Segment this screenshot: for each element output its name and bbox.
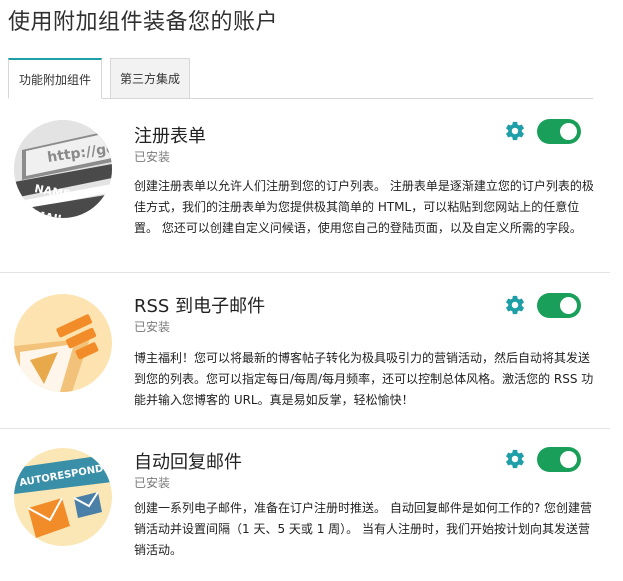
addon-name: 注册表单 [134,126,206,147]
addon-status: 已安装 [134,476,171,490]
addon-divider [0,272,610,273]
toggle-knob [560,123,577,140]
addon-description: 博主福利！您可以将最新的博客帖子转化为极具吸引力的营销活动，然后自动将其发送到您… [134,351,594,407]
addon-enabled-toggle[interactable] [537,119,581,144]
browser-form-icon: http://ge NAME EMAIL [14,120,112,218]
tab-third-party-integrations[interactable]: 第三方集成 [110,58,190,98]
autoresponder-envelopes-icon: AUTORESPOND [14,448,112,546]
addon-autoresponder: AUTORESPOND 自动回复邮件 已安装 创建一系列电子邮件，准备在订户注册… [0,436,610,581]
tab-bar: 功能附加组件 第三方集成 [8,58,593,99]
addon-description: 创建一系列电子邮件，准备在订户注册时推送。 自动回复邮件是如何工作的? 您创建营… [134,501,593,557]
addon-divider [0,428,610,429]
gear-icon[interactable] [504,294,526,316]
toggle-knob [560,297,577,314]
addon-rss-to-email: RSS 到电子邮件 已安装 博主福利！您可以将最新的博客帖子转化为极具吸引力的营… [0,280,610,428]
rss-paper-plane-icon [14,294,112,392]
gear-icon[interactable] [504,448,526,470]
tab-feature-addons[interactable]: 功能附加组件 [8,58,102,99]
addon-enabled-toggle[interactable] [537,293,581,318]
toggle-knob [560,451,577,468]
addon-signup-form: http://ge NAME EMAIL 注册表单 已安装 创建注册表单以允许人… [0,108,610,272]
addon-name: RSS 到电子邮件 [134,296,266,317]
addon-enabled-toggle[interactable] [537,447,581,472]
gear-icon[interactable] [504,120,526,142]
addon-status: 已安装 [134,320,171,334]
page-title: 使用附加组件装备您的账户 [8,10,279,35]
addon-description: 创建注册表单以允许人们注册到您的订户列表。 注册表单是逐渐建立您的订户列表的极佳… [134,179,594,235]
addons-page: 使用附加组件装备您的账户 功能附加组件 第三方集成 http://ge NAME… [0,0,623,581]
addon-status: 已安装 [134,150,171,164]
addon-name: 自动回复邮件 [134,452,242,473]
